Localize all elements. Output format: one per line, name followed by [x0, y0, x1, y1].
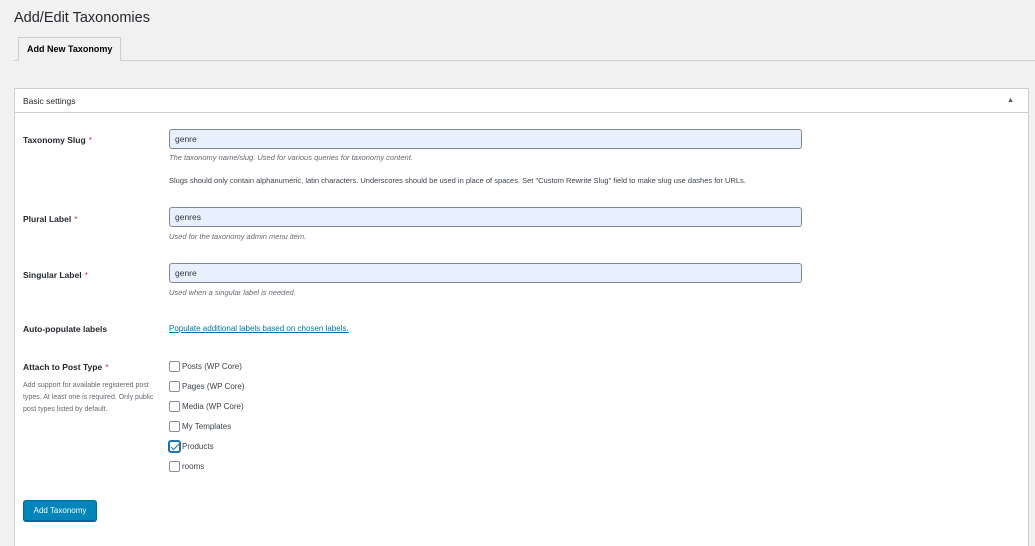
taxonomy-slug-description: The taxonomy name/slug. Used for various…	[169, 153, 413, 162]
post-type-option-my-templates[interactable]: My Templates	[169, 420, 231, 432]
singular-label-label: Singular Label *	[23, 270, 88, 280]
option-label-posts: Posts (WP Core)	[182, 361, 242, 371]
checkbox-pages[interactable]	[169, 380, 180, 392]
checkbox-rooms[interactable]	[169, 460, 180, 472]
checkbox-my-templates[interactable]	[169, 420, 180, 432]
checkbox-products[interactable]	[169, 440, 180, 452]
plural-label-description: Used for the taxonomy admin menu item.	[169, 232, 307, 241]
tabs-divider	[14, 60, 1035, 61]
post-type-option-pages[interactable]: Pages (WP Core)	[169, 380, 245, 392]
tab-add-new-taxonomy[interactable]: Add New Taxonomy	[18, 37, 122, 61]
plural-label-text: Plural Label	[23, 214, 72, 224]
required-marker: *	[74, 214, 78, 224]
required-marker: *	[84, 270, 88, 280]
taxonomy-slug-input[interactable]	[169, 129, 802, 149]
option-label-rooms: rooms	[182, 461, 205, 471]
option-label-my-templates: My Templates	[182, 421, 232, 431]
required-marker: *	[105, 362, 109, 372]
singular-label-input[interactable]	[169, 263, 802, 283]
attach-post-type-label: Attach to Post Type *	[23, 362, 109, 372]
singular-label-text: Singular Label	[23, 270, 82, 280]
singular-label-description: Used when a singular label is needed.	[169, 288, 296, 297]
attach-post-type-label-text: Attach to Post Type	[23, 362, 103, 372]
basic-settings-panel: Basic settings ▲ Taxonomy Slug* The taxo…	[14, 88, 1029, 546]
populate-labels-link[interactable]: Populate additional labels based on chos…	[169, 324, 349, 333]
option-label-products: Products	[182, 441, 214, 451]
plural-label-label: Plural Label *	[23, 214, 78, 224]
add-taxonomy-button[interactable]: Add Taxonomy	[23, 500, 97, 521]
page-title: Add/Edit Taxonomies	[14, 10, 150, 26]
post-type-option-products[interactable]: Products	[169, 440, 214, 452]
post-type-option-media[interactable]: Media (WP Core)	[169, 400, 244, 412]
option-label-pages: Pages (WP Core)	[182, 381, 245, 391]
panel-title: Basic settings	[23, 96, 76, 106]
taxonomy-slug-label-text: Taxonomy Slug	[23, 135, 86, 145]
taxonomy-slug-note: Slugs should only contain alphanumeric, …	[169, 176, 746, 185]
taxonomy-slug-label: Taxonomy Slug *	[23, 135, 92, 145]
required-marker: *	[88, 135, 92, 145]
collapse-arrow-icon[interactable]: ▲	[1007, 89, 1014, 113]
option-label-media: Media (WP Core)	[182, 401, 244, 411]
post-type-option-posts[interactable]: Posts (WP Core)	[169, 360, 242, 372]
auto-populate-label: Auto-populate labels	[23, 324, 108, 334]
checkbox-posts[interactable]	[169, 360, 180, 372]
post-type-option-rooms[interactable]: rooms	[169, 460, 204, 472]
panel-header[interactable]: Basic settings ▲	[15, 89, 1028, 113]
plural-label-input[interactable]	[169, 207, 802, 227]
post-type-help-text: Add support for available registered pos…	[23, 382, 154, 413]
checkbox-media[interactable]	[169, 400, 180, 412]
